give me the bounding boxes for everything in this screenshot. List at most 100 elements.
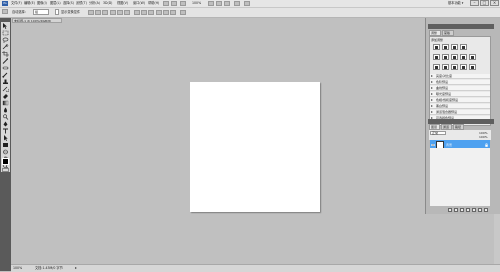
eraser-tool-icon[interactable] bbox=[2, 93, 9, 99]
photo-filter-icon[interactable] bbox=[469, 54, 476, 60]
launch-minibridge-icon[interactable] bbox=[171, 1, 177, 6]
menu-select[interactable]: 选择(S) bbox=[63, 1, 74, 6]
document-canvas[interactable] bbox=[190, 82, 320, 212]
distribute-hcenter-icon[interactable] bbox=[163, 10, 169, 15]
preset-item[interactable]: 色阶预设 bbox=[430, 80, 490, 85]
link-layers-icon[interactable] bbox=[448, 208, 452, 212]
preset-item[interactable]: 亮度/对比度 bbox=[430, 74, 490, 79]
align-right-icon[interactable] bbox=[124, 10, 130, 15]
move-tool-icon[interactable] bbox=[2, 23, 9, 29]
menu-analysis[interactable]: 分析(A) bbox=[89, 1, 100, 6]
preset-item[interactable]: 曲线预设 bbox=[430, 86, 490, 91]
preset-item[interactable]: 色相/饱和度预设 bbox=[430, 98, 490, 103]
hue-saturation-icon[interactable] bbox=[442, 54, 449, 60]
adjustments-panel-header bbox=[428, 24, 494, 29]
clone-stamp-tool-icon[interactable] bbox=[2, 79, 9, 85]
history-brush-tool-icon[interactable] bbox=[2, 86, 9, 92]
show-transform-checkbox[interactable] bbox=[55, 9, 59, 15]
screen-mode-icon[interactable] bbox=[244, 1, 250, 6]
posterize-icon[interactable] bbox=[442, 64, 449, 70]
gradient-tool-icon[interactable] bbox=[2, 100, 9, 106]
auto-align-icon[interactable] bbox=[180, 10, 186, 15]
distribute-left-icon[interactable] bbox=[156, 10, 162, 15]
exposure-icon[interactable] bbox=[460, 44, 467, 50]
fill-value[interactable]: 100% bbox=[479, 135, 488, 139]
foreground-color-swatch[interactable] bbox=[2, 158, 9, 165]
document-tab[interactable]: 未标题-1 @ 100%(RGB/8) bbox=[12, 18, 62, 23]
crop-tool-icon[interactable] bbox=[2, 51, 9, 57]
menu-filter[interactable]: 滤镜(T) bbox=[76, 1, 87, 6]
preset-item[interactable]: 黑白预设 bbox=[430, 104, 490, 109]
menu-file[interactable]: 文件(F) bbox=[11, 1, 22, 6]
align-left-icon[interactable] bbox=[110, 10, 116, 15]
launch-bridge-icon[interactable] bbox=[163, 1, 169, 6]
view-extras-icon[interactable] bbox=[180, 1, 186, 6]
blur-tool-icon[interactable] bbox=[2, 107, 9, 113]
align-hcenter-icon[interactable] bbox=[117, 10, 123, 15]
workspace-switcher[interactable]: 基本功能 ▾ bbox=[448, 1, 463, 6]
new-group-icon[interactable] bbox=[472, 208, 476, 212]
quick-select-tool-icon[interactable] bbox=[2, 44, 9, 50]
layer-visibility-eye-icon[interactable] bbox=[431, 143, 435, 147]
distribute-top-icon[interactable] bbox=[134, 10, 140, 15]
distribute-vcenter-icon[interactable] bbox=[141, 10, 147, 15]
invert-icon[interactable] bbox=[433, 64, 440, 70]
brush-tool-icon[interactable] bbox=[2, 72, 9, 78]
brightness-contrast-icon[interactable] bbox=[433, 44, 440, 50]
menu-3d[interactable]: 3D(D) bbox=[103, 1, 112, 6]
status-menu-arrow-icon[interactable] bbox=[75, 267, 77, 269]
distribute-right-icon[interactable] bbox=[170, 10, 176, 15]
selective-color-icon[interactable] bbox=[469, 64, 476, 70]
threshold-icon[interactable] bbox=[451, 64, 458, 70]
healing-brush-tool-icon[interactable] bbox=[2, 65, 9, 71]
menu-image[interactable]: 图像(I) bbox=[37, 1, 47, 6]
layers-options-row: 正常 100% 100% bbox=[429, 130, 491, 140]
vibrance-icon[interactable] bbox=[433, 54, 440, 60]
curves-icon[interactable] bbox=[451, 44, 458, 50]
maximize-button[interactable]: □ bbox=[480, 0, 489, 6]
status-zoom[interactable]: 100% bbox=[13, 266, 22, 271]
lasso-tool-icon[interactable] bbox=[2, 37, 9, 43]
align-bottom-icon[interactable] bbox=[102, 10, 108, 15]
color-balance-icon[interactable] bbox=[451, 54, 458, 60]
eyedropper-tool-icon[interactable] bbox=[2, 58, 9, 64]
adjustment-layer-icon[interactable] bbox=[466, 208, 470, 212]
auto-select-dropdown[interactable]: 组 bbox=[33, 9, 49, 15]
menu-layer[interactable]: 图层(L) bbox=[50, 1, 61, 6]
delete-layer-icon[interactable] bbox=[484, 208, 488, 212]
new-layer-icon[interactable] bbox=[478, 208, 482, 212]
preset-item[interactable]: 通道混合器预设 bbox=[430, 110, 490, 115]
hand-tool-icon[interactable] bbox=[208, 1, 214, 6]
marquee-tool-icon[interactable] bbox=[2, 30, 9, 36]
shape-tool-icon[interactable] bbox=[2, 142, 9, 148]
3d-rotate-tool-icon[interactable] bbox=[2, 149, 9, 155]
type-tool-icon[interactable] bbox=[2, 128, 9, 134]
menu-window[interactable]: 窗口(W) bbox=[133, 1, 145, 6]
black-white-icon[interactable] bbox=[460, 54, 467, 60]
preset-item[interactable]: 曝光度预设 bbox=[430, 92, 490, 97]
align-vcenter-icon[interactable] bbox=[95, 10, 101, 15]
path-selection-tool-icon[interactable] bbox=[2, 135, 9, 141]
minimize-button[interactable]: – bbox=[470, 0, 479, 6]
levels-icon[interactable] bbox=[442, 44, 449, 50]
status-doc-info[interactable]: 文档:1.43M/0 字节 bbox=[35, 266, 63, 271]
close-button[interactable]: × bbox=[490, 0, 499, 6]
menu-view[interactable]: 视图(V) bbox=[117, 1, 128, 6]
layer-name[interactable]: 背景 bbox=[446, 143, 452, 147]
blend-mode-dropdown[interactable]: 正常 bbox=[430, 131, 446, 135]
pen-tool-icon[interactable] bbox=[2, 121, 9, 127]
distribute-bottom-icon[interactable] bbox=[148, 10, 154, 15]
zoom-tool-icon[interactable] bbox=[216, 1, 222, 6]
move-tool-preset-icon[interactable] bbox=[2, 9, 8, 14]
dodge-tool-icon[interactable] bbox=[2, 114, 9, 120]
arrange-documents-icon[interactable] bbox=[234, 1, 240, 6]
gradient-map-icon[interactable] bbox=[460, 64, 467, 70]
rotate-view-icon[interactable] bbox=[224, 1, 230, 6]
layer-style-icon[interactable] bbox=[454, 208, 458, 212]
align-top-icon[interactable] bbox=[88, 10, 94, 15]
add-mask-icon[interactable] bbox=[460, 208, 464, 212]
quick-mask-icon[interactable] bbox=[2, 168, 9, 172]
zoom-level[interactable]: 100% bbox=[192, 1, 201, 6]
menu-help[interactable]: 帮助(H) bbox=[148, 1, 159, 6]
menu-edit[interactable]: 编辑(E) bbox=[24, 1, 35, 6]
